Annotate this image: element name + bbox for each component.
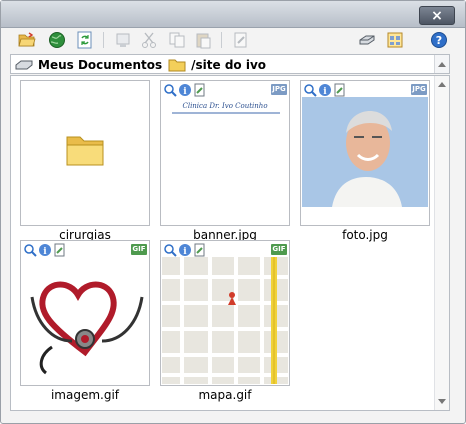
globe-button[interactable]	[47, 30, 67, 50]
file-item-foto[interactable]: i JPG foto.jpg	[300, 80, 430, 244]
file-thumbnail[interactable]: i JPG Clinica Dr. Ivo Coutinho	[160, 80, 290, 226]
properties-icon	[116, 33, 130, 47]
cut-button[interactable]	[139, 30, 159, 50]
svg-text:?: ?	[436, 34, 442, 47]
drive-icon	[359, 35, 375, 45]
properties-button[interactable]	[113, 30, 133, 50]
image-preview: Clinica Dr. Ivo Coutinho	[162, 97, 288, 224]
path-bar[interactable]: Meus Documentos /site do ivo	[10, 54, 450, 74]
file-type-badge: GIF	[271, 244, 287, 255]
zoom-icon[interactable]	[163, 83, 177, 97]
banner-preview-text: Clinica Dr. Ivo Coutinho	[182, 102, 268, 110]
paste-button[interactable]	[193, 30, 213, 50]
file-thumbnail[interactable]: i JPG	[300, 80, 430, 226]
edit-image-button[interactable]	[231, 30, 251, 50]
info-icon[interactable]: i	[178, 243, 192, 257]
help-icon: ?	[431, 32, 447, 48]
edit-image-icon[interactable]	[193, 243, 207, 257]
stethoscope-image	[30, 281, 144, 375]
chevron-up-icon	[438, 61, 446, 67]
zoom-icon[interactable]	[23, 243, 37, 257]
file-thumbnail[interactable]	[20, 80, 150, 226]
paste-icon	[196, 33, 211, 49]
refresh-button[interactable]	[75, 30, 95, 50]
edit-image-icon[interactable]	[333, 83, 347, 97]
edit-image-icon[interactable]	[53, 243, 67, 257]
view-mode-button[interactable]	[385, 30, 405, 50]
file-type-badge: JPG	[271, 84, 287, 95]
portrait-photo	[302, 97, 428, 207]
edit-image-icon[interactable]	[193, 83, 207, 97]
toolbar: ?	[9, 28, 457, 52]
copy-button[interactable]	[167, 30, 187, 50]
path-scroll[interactable]	[434, 55, 449, 73]
svg-text:i: i	[323, 87, 327, 97]
info-icon[interactable]: i	[318, 83, 332, 97]
file-type-badge: JPG	[411, 84, 427, 95]
file-name: foto.jpg	[342, 228, 388, 242]
copy-icon	[169, 32, 185, 48]
drive-button[interactable]	[357, 30, 377, 50]
vertical-scrollbar[interactable]	[434, 76, 449, 410]
file-item-cirurgias[interactable]: cirurgias	[20, 80, 150, 244]
file-thumbnail[interactable]: i GIF	[20, 240, 150, 386]
help-button[interactable]: ?	[429, 30, 449, 50]
svg-text:i: i	[183, 87, 187, 97]
edit-image-icon	[234, 32, 247, 48]
scissors-icon	[142, 32, 156, 48]
open-folder-icon	[18, 32, 36, 47]
svg-text:i: i	[43, 247, 47, 257]
file-item-mapa[interactable]: i GIF mapa.gif	[160, 240, 290, 404]
close-button[interactable]: ×	[419, 6, 455, 25]
file-name: mapa.gif	[198, 388, 252, 402]
open-folder-button[interactable]	[17, 30, 37, 50]
file-browser-window: × ? Meus Documentos /site do ivo cirurgi…	[0, 0, 466, 424]
close-icon: ×	[431, 7, 443, 24]
file-grid: cirurgias i JPG Clinica Dr. Ivo Coutinho…	[10, 75, 450, 411]
file-name: imagem.gif	[50, 388, 120, 402]
view-mode-icon	[387, 32, 403, 48]
map-image	[162, 257, 288, 384]
zoom-icon[interactable]	[303, 83, 317, 97]
file-item-imagem[interactable]: i GIF imagem.gif	[20, 240, 150, 404]
file-thumbnail[interactable]: i GIF	[160, 240, 290, 386]
title-bar: ×	[1, 1, 465, 28]
breadcrumb-folder[interactable]: /site do ivo	[191, 58, 266, 72]
file-type-badge: GIF	[131, 244, 147, 255]
zoom-icon[interactable]	[163, 243, 177, 257]
folder-icon	[168, 58, 186, 72]
info-icon[interactable]: i	[38, 243, 52, 257]
refresh-icon	[77, 31, 92, 49]
folder-icon	[66, 136, 104, 166]
svg-text:i: i	[183, 247, 187, 257]
scroll-up-icon[interactable]	[438, 82, 446, 87]
file-item-banner[interactable]: i JPG Clinica Dr. Ivo Coutinho banner.jp…	[160, 80, 290, 244]
breadcrumb-root[interactable]: Meus Documentos	[38, 58, 162, 72]
scroll-down-icon[interactable]	[438, 399, 446, 404]
drive-icon	[15, 59, 33, 71]
info-icon[interactable]: i	[178, 83, 192, 97]
globe-icon	[49, 32, 65, 48]
